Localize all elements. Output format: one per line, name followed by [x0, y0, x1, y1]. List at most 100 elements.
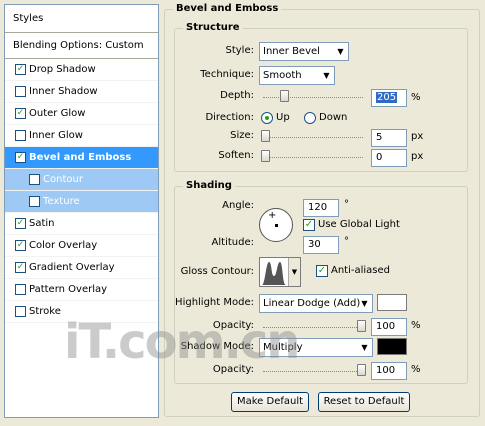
- altitude-label: Altitude:: [211, 237, 254, 248]
- checkbox[interactable]: [15, 130, 26, 141]
- style-item-color-overlay[interactable]: ✓ Color Overlay: [5, 235, 158, 257]
- style-item-inner-shadow[interactable]: Inner Shadow: [5, 81, 158, 103]
- highlight-opacity-thumb[interactable]: [357, 320, 366, 332]
- highlight-opacity-label: Opacity:: [212, 320, 254, 331]
- style-item-label: Gradient Overlay: [29, 262, 115, 273]
- checkbox[interactable]: ✓: [15, 152, 26, 163]
- shadow-opacity-track[interactable]: [263, 371, 363, 372]
- checkbox[interactable]: ✓: [15, 64, 26, 75]
- style-label: Style:: [225, 45, 255, 56]
- anti-aliased-label: Anti-aliased: [331, 265, 391, 276]
- style-item-pattern-overlay[interactable]: Pattern Overlay: [5, 279, 158, 301]
- shadow-opacity-input[interactable]: 100: [371, 362, 407, 380]
- depth-value: 205: [376, 92, 398, 103]
- make-default-button[interactable]: Make Default: [231, 392, 309, 412]
- chevron-down-icon: ▼: [337, 47, 344, 56]
- technique-value: Smooth: [263, 70, 302, 81]
- style-item-label: Outer Glow: [29, 108, 86, 119]
- style-value: Inner Bevel: [263, 46, 320, 57]
- shadow-opacity-thumb[interactable]: [357, 364, 366, 376]
- checkbox[interactable]: ✓: [15, 262, 26, 273]
- style-item-texture[interactable]: Texture: [5, 191, 158, 213]
- checkbox[interactable]: ✓: [15, 240, 26, 251]
- size-label: Size:: [230, 130, 254, 141]
- styles-header[interactable]: Styles: [5, 5, 158, 33]
- depth-unit: %: [411, 92, 421, 103]
- contour-curve-icon: [262, 262, 286, 285]
- direction-down-label: Down: [319, 112, 348, 123]
- shadow-opacity-unit: %: [411, 364, 421, 375]
- direction-up-radio[interactable]: [261, 112, 273, 124]
- style-item-outer-glow[interactable]: ✓ Outer Glow: [5, 103, 158, 125]
- checkbox[interactable]: [29, 196, 40, 207]
- style-item-satin[interactable]: ✓ Satin: [5, 213, 158, 235]
- angle-dial[interactable]: +: [259, 208, 293, 242]
- depth-label: Depth:: [220, 90, 254, 101]
- shadow-color-swatch[interactable]: [377, 338, 407, 355]
- angle-dot-icon: [275, 224, 278, 227]
- altitude-unit: °: [344, 236, 349, 247]
- depth-input[interactable]: 205: [371, 89, 407, 107]
- technique-dropdown[interactable]: Smooth ▼: [259, 66, 335, 85]
- crosshair-icon: +: [268, 210, 277, 221]
- shadow-mode-dropdown[interactable]: Multiply ▼: [259, 338, 373, 357]
- bevel-emboss-title: Bevel and Emboss: [173, 2, 282, 16]
- soften-unit: px: [411, 151, 424, 162]
- direction-up-label: Up: [276, 112, 290, 123]
- anti-aliased-checkbox[interactable]: ✓: [316, 265, 328, 277]
- soften-input[interactable]: 0: [371, 149, 407, 167]
- style-item-label: Satin: [29, 218, 55, 229]
- style-item-label: Bevel and Emboss: [29, 152, 132, 163]
- style-item-drop-shadow[interactable]: ✓ Drop Shadow: [5, 59, 158, 81]
- checkbox[interactable]: [29, 174, 40, 185]
- highlight-opacity-unit: %: [411, 320, 421, 331]
- blending-options-item[interactable]: Blending Options: Custom: [5, 33, 158, 59]
- style-item-label: Drop Shadow: [29, 64, 96, 75]
- style-item-label: Inner Shadow: [29, 86, 98, 97]
- highlight-mode-value: Linear Dodge (Add): [263, 298, 361, 309]
- gloss-contour-picker[interactable]: ▼: [259, 257, 301, 287]
- checkbox[interactable]: ✓: [15, 218, 26, 229]
- style-item-label: Texture: [43, 196, 80, 207]
- direction-down-radio[interactable]: [304, 112, 316, 124]
- checkbox[interactable]: [15, 86, 26, 97]
- size-slider-thumb[interactable]: [261, 130, 270, 142]
- reset-to-default-button[interactable]: Reset to Default: [318, 392, 410, 412]
- size-slider-track[interactable]: [263, 137, 363, 138]
- depth-slider-track[interactable]: [263, 97, 363, 98]
- highlight-opacity-track[interactable]: [263, 327, 363, 328]
- style-item-label: Stroke: [29, 306, 61, 317]
- style-item-bevel-and-emboss[interactable]: ✓ Bevel and Emboss: [5, 147, 158, 169]
- checkbox[interactable]: [15, 306, 26, 317]
- style-item-contour[interactable]: Contour: [5, 169, 158, 191]
- size-unit: px: [411, 131, 424, 142]
- style-item-gradient-overlay[interactable]: ✓ Gradient Overlay: [5, 257, 158, 279]
- angle-label: Angle:: [222, 200, 254, 211]
- checkbox[interactable]: ✓: [15, 108, 26, 119]
- direction-label: Direction:: [205, 112, 254, 123]
- angle-input[interactable]: 120: [303, 199, 339, 217]
- shadow-mode-value: Multiply: [263, 342, 303, 353]
- size-input[interactable]: 5: [371, 129, 407, 147]
- highlight-opacity-input[interactable]: 100: [371, 318, 407, 336]
- depth-slider-thumb[interactable]: [280, 90, 289, 102]
- global-light-checkbox[interactable]: ✓: [303, 219, 315, 231]
- style-item-stroke[interactable]: Stroke: [5, 301, 158, 323]
- soften-slider-track[interactable]: [263, 157, 363, 158]
- soften-slider-thumb[interactable]: [261, 150, 270, 162]
- style-item-label: Color Overlay: [29, 240, 98, 251]
- structure-title: Structure: [183, 21, 243, 35]
- angle-unit: °: [344, 199, 349, 210]
- chevron-down-icon: ▼: [361, 343, 368, 352]
- style-item-label: Contour: [43, 174, 83, 185]
- highlight-mode-dropdown[interactable]: Linear Dodge (Add) ▼: [259, 294, 373, 313]
- highlight-color-swatch[interactable]: [377, 294, 407, 311]
- shading-title: Shading: [183, 179, 235, 193]
- checkbox[interactable]: [15, 284, 26, 295]
- style-item-inner-glow[interactable]: Inner Glow: [5, 125, 158, 147]
- style-dropdown[interactable]: Inner Bevel ▼: [259, 42, 349, 61]
- styles-panel: Styles Blending Options: Custom ✓ Drop S…: [4, 4, 159, 418]
- shadow-mode-label: Shadow Mode:: [180, 341, 254, 352]
- altitude-input[interactable]: 30: [303, 236, 339, 254]
- style-item-label: Pattern Overlay: [29, 284, 108, 295]
